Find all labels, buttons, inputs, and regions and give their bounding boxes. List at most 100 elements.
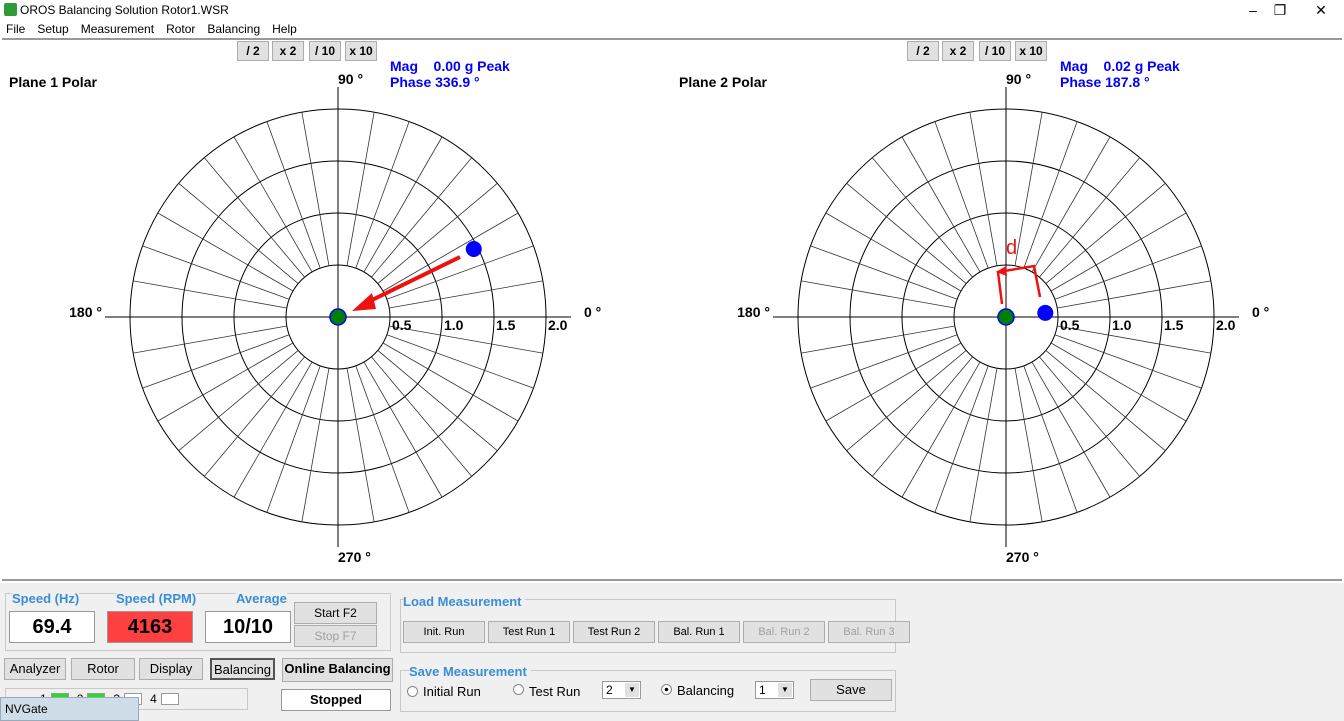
load-bal-run-1button[interactable]: Bal. Run 1	[658, 621, 740, 643]
ring-label: 0.5	[1060, 317, 1080, 333]
angle-label-0: 0 °	[584, 304, 601, 320]
polar-spoke	[346, 112, 375, 266]
load-bal-run-3button[interactable]: Bal. Run 3	[828, 621, 910, 643]
load-test-run-1button[interactable]: Test Run 1	[488, 621, 570, 643]
polar-spoke	[969, 368, 998, 522]
ring-label: 0.5	[392, 317, 412, 333]
origin-marker	[997, 308, 1015, 326]
load-test-run-2button[interactable]: Test Run 2	[573, 621, 655, 643]
plane2-title: Plane 2 Polar	[679, 74, 767, 90]
polar-spoke	[382, 342, 519, 422]
measurement-point	[1037, 304, 1054, 321]
polar-spoke	[363, 136, 443, 273]
p2-divide-2-button[interactable]: / 2	[907, 41, 939, 61]
save-measurement-label: Save Measurement	[409, 664, 531, 679]
polar-spoke	[810, 334, 958, 389]
initial-run-radio[interactable]	[407, 686, 418, 697]
p1-divide-10-button[interactable]: / 10	[309, 41, 341, 61]
polar-spoke	[386, 334, 534, 389]
ring-label: 2.0	[1216, 317, 1236, 333]
online-balancing-button[interactable]: Online Balancing	[282, 658, 393, 682]
polar-spoke	[1023, 365, 1078, 513]
polar-spoke	[389, 325, 543, 354]
speed-hz-label: Speed (Hz)	[12, 591, 80, 606]
nvgate-taskbar-tooltip[interactable]: NVGate	[0, 697, 139, 721]
angle-label-180: 180 °	[69, 304, 102, 320]
ring-label: 1.5	[1164, 317, 1184, 333]
p1-times-2-button[interactable]: x 2	[272, 41, 304, 61]
load-init-runbutton[interactable]: Init. Run	[403, 621, 485, 643]
polar-spoke	[355, 121, 410, 269]
stop-button[interactable]: Stop F7	[294, 625, 377, 647]
plane2-phase: Phase 187.8 °	[1060, 74, 1150, 90]
load-bal-run-2button[interactable]: Bal. Run 2	[743, 621, 825, 643]
ring-label: 1.0	[444, 317, 464, 333]
polar-spoke	[386, 245, 534, 300]
ring-label: 1.5	[496, 317, 516, 333]
angle-label-90: 90 °	[338, 71, 363, 87]
polar-spoke	[1014, 112, 1043, 266]
save-button[interactable]: Save	[810, 679, 892, 701]
balancing-label: Balancing	[677, 683, 735, 698]
speed-rpm-value: 4163	[107, 611, 193, 643]
ring-label: 2.0	[548, 317, 568, 333]
plane1-title: Plane 1 Polar	[9, 74, 97, 90]
initial-run-label: Initial Run	[423, 684, 481, 699]
angle-label-90: 90 °	[1006, 71, 1031, 87]
average-label: Average	[236, 591, 287, 606]
polar-spoke	[969, 112, 998, 266]
origin-marker	[329, 308, 347, 326]
polar-spoke	[1054, 334, 1202, 389]
polar-spoke	[233, 361, 313, 498]
load-measurement-label: Load Measurement	[403, 594, 526, 609]
rotor-button[interactable]: Rotor	[71, 658, 135, 680]
polar-spoke	[934, 121, 989, 269]
control-panel: Speed (Hz) Speed (RPM) Average 69.4 4163…	[0, 583, 1344, 721]
polar-spoke	[901, 136, 981, 273]
channel-number: 4	[150, 692, 157, 706]
polar-plot-2: 0 ° 90 ° 180 ° 270 ° 0.5 1.0 1.5 2.0 d	[737, 71, 1269, 565]
polar-spoke	[934, 365, 989, 513]
test-run-select[interactable]: 2 ▼	[602, 681, 641, 699]
polar-spoke	[810, 245, 958, 300]
p2-divide-10-button[interactable]: / 10	[979, 41, 1011, 61]
p2-times-2-button[interactable]: x 2	[942, 41, 974, 61]
p1-divide-2-button[interactable]: / 2	[237, 41, 269, 61]
test-run-select-value: 2	[606, 683, 613, 697]
polar-spoke	[389, 280, 543, 309]
p2-times-10-button[interactable]: x 10	[1015, 41, 1047, 61]
polar-spoke	[133, 280, 287, 309]
polar-spoke	[382, 212, 519, 292]
polar-spoke	[355, 365, 410, 513]
balancing-button[interactable]: Balancing	[210, 658, 275, 680]
polar-spoke	[801, 280, 955, 309]
plane2-mag: Mag 0.02 g Peak	[1060, 58, 1180, 74]
balancing-radio[interactable]	[661, 684, 672, 695]
status-field: Stopped	[281, 689, 391, 711]
polar-spoke	[266, 365, 321, 513]
annotation-arrow	[367, 255, 461, 304]
polar-spoke	[346, 368, 375, 522]
chevron-down-icon: ▼	[778, 683, 792, 697]
speed-rpm-label: Speed (RPM)	[116, 591, 197, 606]
angle-label-180: 180 °	[737, 304, 770, 320]
polar-spoke	[233, 136, 313, 273]
start-button[interactable]: Start F2	[294, 602, 377, 624]
annotation-label: d	[1006, 237, 1017, 259]
angle-label-270: 270 °	[1006, 549, 1039, 565]
polar-spoke	[1014, 368, 1043, 522]
arrowhead-icon	[352, 293, 376, 311]
channel-4: 4	[150, 692, 179, 706]
p1-times-10-button[interactable]: x 10	[345, 41, 377, 61]
polar-spoke	[901, 361, 981, 498]
analyzer-button[interactable]: Analyzer	[4, 658, 66, 680]
polar-plot-1: 0 ° 90 ° 180 ° 270 ° 0.5 1.0 1.5 2.0	[69, 71, 601, 565]
average-value: 10/10	[205, 611, 291, 643]
ring-label: 1.0	[1112, 317, 1132, 333]
test-run-radio[interactable]	[513, 684, 524, 695]
balancing-select[interactable]: 1 ▼	[755, 681, 794, 699]
angle-label-270: 270 °	[338, 549, 371, 565]
polar-spoke	[301, 368, 330, 522]
display-button[interactable]: Display	[139, 658, 203, 680]
polar-spoke	[1050, 342, 1187, 422]
